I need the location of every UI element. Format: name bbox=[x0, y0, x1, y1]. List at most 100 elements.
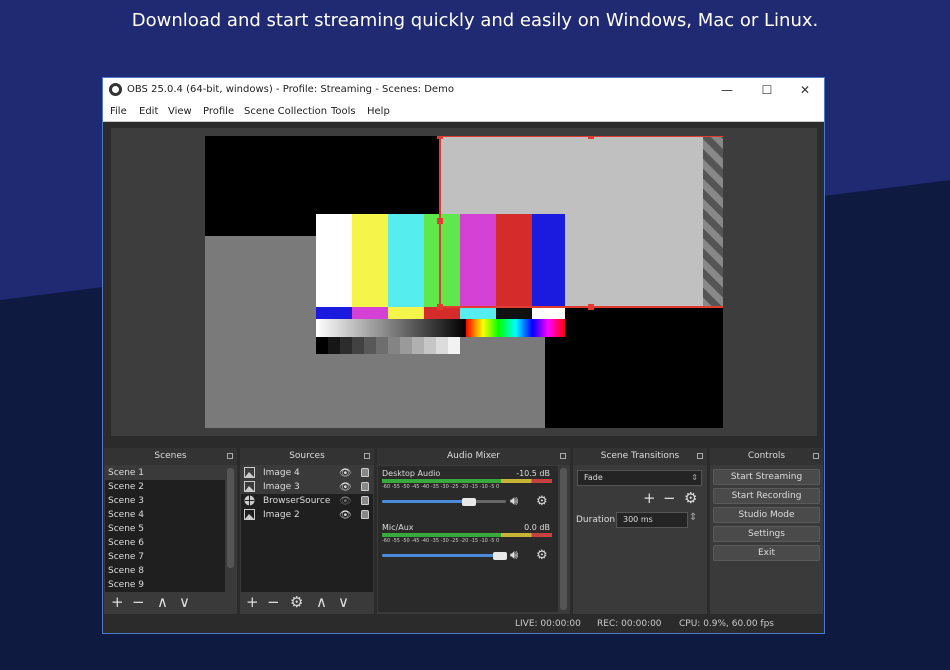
lock-icon[interactable] bbox=[361, 482, 369, 491]
volume-meter bbox=[382, 533, 552, 537]
close-button[interactable]: ✕ bbox=[786, 78, 824, 102]
sources-dock-title: Sources bbox=[240, 448, 374, 465]
audio-mixer-title: Audio Mixer bbox=[377, 448, 570, 465]
exit-button[interactable]: Exit bbox=[713, 545, 820, 561]
scene-item[interactable]: Scene 1 bbox=[105, 466, 225, 480]
source-item[interactable]: BrowserSource 👁 bbox=[241, 494, 373, 508]
volume-slider[interactable] bbox=[493, 552, 507, 560]
sources-dock: Sources Image 4 👁 Image 3 👁 BrowserSourc… bbox=[240, 448, 374, 614]
duration-input[interactable]: 300 ms bbox=[616, 512, 688, 528]
window-title: OBS 25.0.4 (64-bit, windows) - Profile: … bbox=[127, 84, 454, 95]
lock-icon[interactable] bbox=[361, 510, 369, 519]
sources-list[interactable]: Image 4 👁 Image 3 👁 BrowserSource 👁 Imag… bbox=[241, 466, 373, 592]
scenes-scrollbar[interactable] bbox=[227, 468, 234, 568]
move-down-icon[interactable]: ∨ bbox=[338, 594, 349, 610]
menu-profile[interactable]: Profile bbox=[203, 106, 234, 117]
remove-transition-icon[interactable]: − bbox=[663, 490, 676, 506]
source-item[interactable]: Image 3 👁 bbox=[241, 480, 373, 494]
scenes-list[interactable]: Scene 1 Scene 2 Scene 3 Scene 4 Scene 5 … bbox=[105, 466, 225, 592]
source-item[interactable]: Image 2 👁 bbox=[241, 508, 373, 522]
title-bar: OBS 25.0.4 (64-bit, windows) - Profile: … bbox=[103, 78, 824, 102]
menu-help[interactable]: Help bbox=[367, 106, 390, 117]
menu-tools[interactable]: Tools bbox=[331, 106, 356, 117]
scene-item[interactable]: Scene 3 bbox=[105, 494, 225, 508]
channel-db: 0.0 dB bbox=[524, 523, 550, 532]
float-icon[interactable] bbox=[227, 453, 233, 459]
menu-edit[interactable]: Edit bbox=[139, 106, 158, 117]
meter-scale: -60 -55 -50 -45 -40 -35 -30 -25 -20 -15 … bbox=[382, 484, 500, 490]
image-icon bbox=[244, 481, 255, 492]
settings-button[interactable]: Settings bbox=[713, 526, 820, 542]
menu-file[interactable]: File bbox=[110, 106, 127, 117]
channel-db: -10.5 dB bbox=[516, 469, 550, 478]
duration-label: Duration bbox=[576, 515, 616, 525]
menu-scene-collection[interactable]: Scene Collection bbox=[244, 106, 327, 117]
remove-source-icon[interactable]: − bbox=[267, 594, 280, 610]
channel-settings-gear-icon[interactable]: ⚙ bbox=[536, 494, 548, 510]
float-icon[interactable] bbox=[813, 453, 819, 459]
meter-scale: -60 -55 -50 -45 -40 -35 -30 -25 -20 -15 … bbox=[382, 538, 500, 544]
volume-slider[interactable] bbox=[462, 498, 476, 506]
minimize-button[interactable]: — bbox=[708, 78, 746, 102]
studio-mode-button[interactable]: Studio Mode bbox=[713, 507, 820, 523]
volume-fill bbox=[382, 554, 500, 557]
visibility-icon[interactable]: 👁 bbox=[339, 467, 352, 481]
scene-item[interactable]: Scene 9 bbox=[105, 578, 225, 592]
scene-item[interactable]: Scene 5 bbox=[105, 522, 225, 536]
audio-mixer-dock: Audio Mixer Desktop Audio -10.5 dB -60 -… bbox=[377, 448, 570, 614]
move-up-icon[interactable]: ∧ bbox=[157, 594, 168, 610]
controls-dock: Controls Start Streaming Start Recording… bbox=[710, 448, 823, 614]
lock-icon[interactable] bbox=[361, 496, 369, 505]
speaker-icon[interactable]: 🔊︎ bbox=[510, 548, 518, 564]
maximize-button[interactable]: ☐ bbox=[748, 78, 786, 102]
start-streaming-button[interactable]: Start Streaming bbox=[713, 469, 820, 485]
float-icon[interactable] bbox=[560, 453, 566, 459]
source-properties-gear-icon[interactable]: ⚙ bbox=[290, 594, 303, 610]
volume-meter bbox=[382, 479, 552, 483]
move-up-icon[interactable]: ∧ bbox=[316, 594, 327, 610]
preview-area[interactable] bbox=[111, 128, 817, 436]
add-scene-icon[interactable]: + bbox=[111, 594, 124, 610]
float-icon[interactable] bbox=[697, 453, 703, 459]
speaker-icon[interactable]: 🔊︎ bbox=[510, 494, 518, 510]
add-transition-icon[interactable]: + bbox=[643, 490, 656, 506]
menu-bar: File Edit View Profile Scene Collection … bbox=[103, 102, 824, 122]
remove-scene-icon[interactable]: − bbox=[132, 594, 145, 610]
rec-status: REC: 00:00:00 bbox=[597, 619, 662, 629]
transition-select[interactable]: Fade ⇕ bbox=[577, 470, 702, 486]
channel-settings-gear-icon[interactable]: ⚙ bbox=[536, 548, 548, 564]
visibility-icon[interactable]: 👁 bbox=[339, 481, 352, 495]
headline: Download and start streaming quickly and… bbox=[131, 10, 819, 31]
float-icon[interactable] bbox=[364, 453, 370, 459]
add-source-icon[interactable]: + bbox=[246, 594, 259, 610]
scene-item[interactable]: Scene 6 bbox=[105, 536, 225, 550]
image-icon bbox=[244, 509, 255, 520]
scene-item[interactable]: Scene 2 bbox=[105, 480, 225, 494]
channel-name: Desktop Audio bbox=[382, 469, 441, 478]
menu-view[interactable]: View bbox=[168, 106, 192, 117]
start-recording-button[interactable]: Start Recording bbox=[713, 488, 820, 504]
source-item[interactable]: Image 4 👁 bbox=[241, 466, 373, 480]
move-down-icon[interactable]: ∨ bbox=[179, 594, 190, 610]
live-status: LIVE: 00:00:00 bbox=[515, 619, 581, 629]
scene-item[interactable]: Scene 8 bbox=[105, 564, 225, 578]
visibility-icon[interactable]: 👁 bbox=[339, 509, 352, 523]
preview-canvas[interactable] bbox=[205, 136, 723, 428]
image-icon bbox=[244, 467, 255, 478]
spinner-arrows-icon: ⇕ bbox=[691, 473, 698, 482]
hidden-icon[interactable]: 👁 bbox=[339, 495, 352, 509]
volume-fill bbox=[382, 500, 469, 503]
status-bar: LIVE: 00:00:00 REC: 00:00:00 CPU: 0.9%, … bbox=[103, 615, 824, 633]
scene-item[interactable]: Scene 7 bbox=[105, 550, 225, 564]
scene-transitions-title: Scene Transitions bbox=[573, 448, 707, 465]
controls-title: Controls bbox=[710, 448, 823, 465]
duration-spinner-icon[interactable]: ⇕ bbox=[689, 512, 697, 523]
obs-logo-icon bbox=[109, 83, 122, 96]
mixer-channels: Desktop Audio -10.5 dB -60 -55 -50 -45 -… bbox=[378, 466, 558, 612]
scene-item[interactable]: Scene 4 bbox=[105, 508, 225, 522]
lock-icon[interactable] bbox=[361, 468, 369, 477]
scenes-dock: Scenes Scene 1 Scene 2 Scene 3 Scene 4 S… bbox=[104, 448, 237, 614]
mixer-scrollbar[interactable] bbox=[560, 468, 567, 610]
transition-settings-gear-icon[interactable]: ⚙ bbox=[684, 490, 697, 506]
cpu-status: CPU: 0.9%, 60.00 fps bbox=[679, 619, 774, 629]
